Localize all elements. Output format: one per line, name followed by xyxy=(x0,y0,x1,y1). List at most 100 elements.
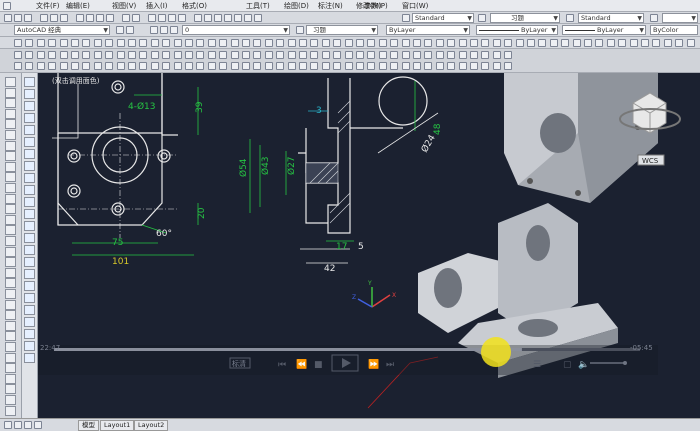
markup-icon[interactable] xyxy=(234,14,242,22)
modify-tool-15-icon[interactable] xyxy=(24,245,35,255)
modify-tool-23-icon[interactable] xyxy=(24,341,35,351)
modeling-tool-17-icon[interactable] xyxy=(196,51,205,59)
modeling-tool-43-icon[interactable] xyxy=(492,51,501,59)
draw-tool-29-icon[interactable] xyxy=(5,373,16,384)
draw-tool-6-icon[interactable] xyxy=(5,130,16,140)
draw-tool-16-icon[interactable] xyxy=(5,236,16,246)
modeling-tool-41-icon[interactable] xyxy=(470,51,478,59)
modeling-tool-35-icon[interactable] xyxy=(401,51,410,59)
dimension-tool-47-icon[interactable] xyxy=(538,39,547,47)
fullscreen-icon[interactable]: ▢ xyxy=(563,360,572,370)
modeling-tool-11-icon[interactable] xyxy=(128,51,136,59)
calculator-icon[interactable] xyxy=(244,14,252,22)
stop-icon[interactable]: ■ xyxy=(314,360,323,370)
dimension-tool-1-icon[interactable] xyxy=(14,39,22,47)
menu-edit[interactable]: 编辑(E) xyxy=(66,1,90,11)
volume-icon[interactable]: 🔈 xyxy=(578,360,589,370)
dimension-tool-14-icon[interactable] xyxy=(162,39,171,47)
render-tool-41-icon[interactable] xyxy=(470,62,478,70)
modeling-tool-22-icon[interactable] xyxy=(253,51,262,59)
modeling-tool-20-icon[interactable] xyxy=(230,51,239,59)
menu-params[interactable]: 参数(P) xyxy=(364,1,388,11)
modeling-tool-44-icon[interactable] xyxy=(504,51,513,59)
tab-layout1[interactable]: Layout1 xyxy=(100,420,135,431)
modeling-tool-27-icon[interactable] xyxy=(310,51,319,59)
draw-tool-19-icon[interactable] xyxy=(5,267,16,278)
menu-format[interactable]: 格式(O) xyxy=(182,1,207,11)
render-tool-33-icon[interactable] xyxy=(378,62,387,70)
layer-freeze-icon[interactable] xyxy=(160,26,168,34)
draw-tool-14-icon[interactable] xyxy=(5,214,16,225)
help-icon[interactable] xyxy=(254,14,262,22)
undo-icon[interactable] xyxy=(122,14,130,22)
render-tool-34-icon[interactable] xyxy=(390,62,399,70)
modeling-tool-6-icon[interactable] xyxy=(71,51,79,59)
linetype-select[interactable]: ByLayer ▼ xyxy=(476,25,558,35)
modeling-tool-15-icon[interactable] xyxy=(173,51,182,59)
dimension-tool-20-icon[interactable] xyxy=(230,39,239,47)
dimension-tool-41-icon[interactable] xyxy=(470,39,478,47)
dimension-tool-43-icon[interactable] xyxy=(492,39,501,47)
modeling-tool-40-icon[interactable] xyxy=(458,51,467,59)
render-tool-6-icon[interactable] xyxy=(71,62,79,70)
modeling-tool-39-icon[interactable] xyxy=(447,51,456,59)
dimension-tool-35-icon[interactable] xyxy=(401,39,410,47)
dimension-tool-48-icon[interactable] xyxy=(549,39,558,47)
render-tool-44-icon[interactable] xyxy=(504,62,513,70)
modeling-tool-8-icon[interactable] xyxy=(93,51,102,59)
dimension-tool-5-icon[interactable] xyxy=(59,39,68,47)
render-tool-30-icon[interactable] xyxy=(344,62,353,70)
modify-tool-24-icon[interactable] xyxy=(24,353,35,363)
modeling-tool-28-icon[interactable] xyxy=(321,51,330,59)
drawing-canvas[interactable]: 39 20 75 101 60° 4-Ø13 (双击调用面色) Ø54 Ø43 … xyxy=(38,73,700,418)
draw-tool-30-icon[interactable] xyxy=(5,384,16,395)
layer-manager-icon[interactable] xyxy=(126,26,134,34)
tab-last-icon[interactable] xyxy=(34,421,42,429)
modify-tool-8-icon[interactable] xyxy=(24,161,35,171)
render-tool-18-icon[interactable] xyxy=(207,62,216,70)
modeling-tool-30-icon[interactable] xyxy=(344,51,353,59)
modeling-tool-10-icon[interactable] xyxy=(116,51,125,59)
render-tool-38-icon[interactable] xyxy=(435,62,444,70)
playlist-icon[interactable]: ☰ xyxy=(533,360,541,370)
dimension-tool-33-icon[interactable] xyxy=(378,39,387,47)
design-center-icon[interactable] xyxy=(204,14,212,22)
make-current-layer-icon[interactable] xyxy=(296,26,304,34)
menu-file[interactable]: 文件(F) xyxy=(36,1,60,11)
modify-tool-5-icon[interactable] xyxy=(24,125,35,135)
render-tool-10-icon[interactable] xyxy=(116,62,125,70)
modeling-tool-23-icon[interactable] xyxy=(264,51,273,59)
new-icon[interactable] xyxy=(4,14,12,22)
draw-tool-25-icon[interactable] xyxy=(5,331,16,342)
render-tool-22-icon[interactable] xyxy=(253,62,262,70)
modify-tool-22-icon[interactable] xyxy=(24,329,35,339)
dimension-tool-18-icon[interactable] xyxy=(207,39,216,47)
layer-on-icon[interactable] xyxy=(150,26,158,34)
plotstyle-select[interactable]: ByColor xyxy=(650,25,698,35)
publish-icon[interactable] xyxy=(60,14,68,22)
modify-tool-4-icon[interactable] xyxy=(24,113,35,123)
dimension-tool-39-icon[interactable] xyxy=(447,39,456,47)
render-tool-2-icon[interactable] xyxy=(25,62,34,70)
skip-back-icon[interactable]: ⏮ xyxy=(278,360,286,370)
modeling-tool-36-icon[interactable] xyxy=(413,51,421,59)
dimension-tool-45-icon[interactable] xyxy=(515,39,524,47)
render-tool-35-icon[interactable] xyxy=(401,62,410,70)
rewind-icon[interactable]: ⏪ xyxy=(296,358,307,370)
render-tool-13-icon[interactable] xyxy=(150,62,159,70)
render-tool-19-icon[interactable] xyxy=(219,62,228,70)
dimension-tool-6-icon[interactable] xyxy=(71,39,79,47)
multileader-style-icon[interactable] xyxy=(650,14,658,22)
modeling-tool-18-icon[interactable] xyxy=(207,51,216,59)
dim-style-icon[interactable] xyxy=(478,14,486,22)
tab-next-icon[interactable] xyxy=(24,421,32,429)
render-tool-16-icon[interactable] xyxy=(185,62,193,70)
match-properties-icon[interactable] xyxy=(106,14,114,22)
draw-tool-28-icon[interactable] xyxy=(5,363,16,374)
dimension-tool-51-icon[interactable] xyxy=(584,39,592,47)
paste-icon[interactable] xyxy=(96,14,104,22)
draw-tool-13-icon[interactable] xyxy=(5,204,16,215)
render-tool-14-icon[interactable] xyxy=(162,62,171,70)
render-tool-11-icon[interactable] xyxy=(128,62,136,70)
dimension-tool-32-icon[interactable] xyxy=(367,39,376,47)
